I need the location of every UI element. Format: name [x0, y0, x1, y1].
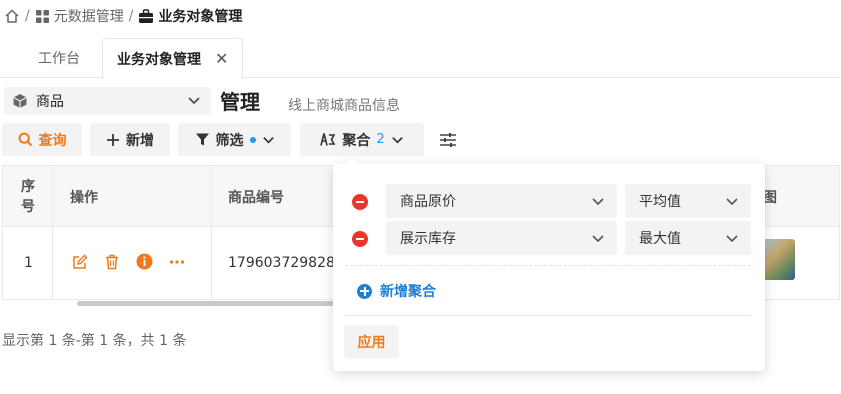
breadcrumb-item-label: 元数据管理	[53, 9, 124, 25]
home-icon	[5, 9, 19, 23]
divider	[345, 315, 751, 316]
breadcrumb-separator: /	[128, 8, 134, 24]
cube-icon	[13, 94, 27, 108]
page-title: 管理	[220, 90, 260, 114]
aggregation-rule: 商品原价 平均值	[333, 184, 765, 218]
table-header-code: 商品编号	[228, 190, 284, 206]
table-header-seq: 序号	[21, 179, 35, 215]
sliders-icon[interactable]	[438, 130, 458, 150]
aggregation-popover: 商品原价 平均值 展示库存 最大值 新增聚合 应用	[333, 164, 765, 371]
apply-button-label: 应用	[357, 334, 386, 351]
funnel-icon	[195, 133, 209, 146]
aggregation-field-select[interactable]: 商品原价	[386, 184, 617, 218]
add-aggregation-label: 新增聚合	[380, 284, 436, 300]
filter-button[interactable]: 筛选	[178, 123, 291, 156]
info-icon[interactable]	[136, 253, 153, 270]
close-icon[interactable]: ✕	[215, 49, 228, 68]
tab-label: 工作台	[38, 51, 80, 67]
chevron-down-icon	[391, 137, 403, 144]
grid-icon	[35, 9, 49, 23]
add-button-label: 新增	[126, 132, 154, 149]
briefcase-icon	[139, 8, 154, 23]
tab-workbench[interactable]: 工作台	[38, 38, 80, 78]
column-divider	[52, 166, 53, 299]
table-cell-seq: 1	[24, 255, 33, 271]
tab-bar: 工作台 业务对象管理 ✕	[0, 38, 841, 79]
table-header-actions: 操作	[70, 190, 98, 206]
tab-label: 业务对象管理	[117, 51, 201, 68]
table-header-image: 主图	[763, 190, 777, 206]
breadcrumb-item-metadata[interactable]: 元数据管理	[35, 6, 124, 26]
aggregation-field-select[interactable]: 展示库存	[386, 221, 617, 255]
breadcrumb-home[interactable]	[4, 8, 20, 24]
aggregation-field-value: 展示库存	[400, 231, 456, 247]
aggregation-op-select[interactable]: 最大值	[625, 221, 751, 255]
edit-icon[interactable]	[72, 254, 88, 270]
more-icon[interactable]	[169, 254, 185, 270]
chevron-down-icon	[726, 198, 738, 206]
entity-select[interactable]: 商品	[4, 87, 211, 115]
breadcrumb-item-label: 业务对象管理	[158, 9, 243, 25]
aggregation-op-select[interactable]: 平均值	[625, 184, 751, 218]
horizontal-scrollbar[interactable]	[77, 301, 347, 306]
filter-active-dot	[249, 136, 256, 143]
trash-icon[interactable]	[104, 254, 120, 270]
tab-business-object-management[interactable]: 业务对象管理 ✕	[102, 38, 243, 79]
remove-rule-icon[interactable]	[352, 194, 368, 210]
add-button[interactable]: 新增	[90, 123, 170, 156]
aggregate-count-badge: 2	[376, 132, 385, 147]
entity-select-value: 商品	[36, 94, 64, 110]
query-button-label: 查询	[38, 132, 67, 149]
add-circle-icon	[357, 283, 372, 299]
table-cell-code: 1796037298281	[228, 255, 333, 271]
chevron-down-icon	[592, 198, 604, 206]
query-button[interactable]: 查询	[2, 123, 82, 156]
chevron-down-icon	[726, 235, 738, 243]
aggregation-op-value: 最大值	[639, 231, 681, 247]
aggregation-op-value: 平均值	[639, 194, 681, 210]
add-aggregation-button[interactable]: 新增聚合	[357, 281, 436, 301]
plus-icon	[107, 133, 119, 146]
column-divider	[211, 166, 212, 299]
search-icon	[18, 132, 32, 147]
chevron-down-icon	[592, 235, 604, 243]
breadcrumb-item-current: 业务对象管理	[138, 6, 242, 26]
pagination-summary: 显示第 1 条-第 1 条，共 1 条	[2, 333, 187, 349]
popover-caret	[344, 156, 360, 164]
apply-button[interactable]: 应用	[344, 325, 399, 358]
filter-button-label: 筛选	[215, 132, 244, 149]
row-actions	[72, 253, 185, 270]
page-subtitle: 线上商城商品信息	[288, 98, 400, 114]
chevron-down-icon	[262, 137, 274, 144]
aggregate-button[interactable]: 聚合 2	[300, 123, 424, 156]
dashed-divider	[345, 265, 751, 266]
breadcrumb: / 元数据管理 / 业务对象管理	[4, 6, 242, 26]
product-thumbnail[interactable]	[762, 239, 795, 280]
chevron-down-icon	[188, 97, 200, 105]
aggregate-icon	[320, 133, 336, 146]
aggregation-rule: 展示库存 最大值	[333, 221, 765, 255]
aggregation-field-value: 商品原价	[400, 194, 456, 210]
breadcrumb-separator: /	[25, 8, 30, 24]
aggregate-button-label: 聚合	[342, 132, 371, 149]
remove-rule-icon[interactable]	[352, 231, 368, 247]
